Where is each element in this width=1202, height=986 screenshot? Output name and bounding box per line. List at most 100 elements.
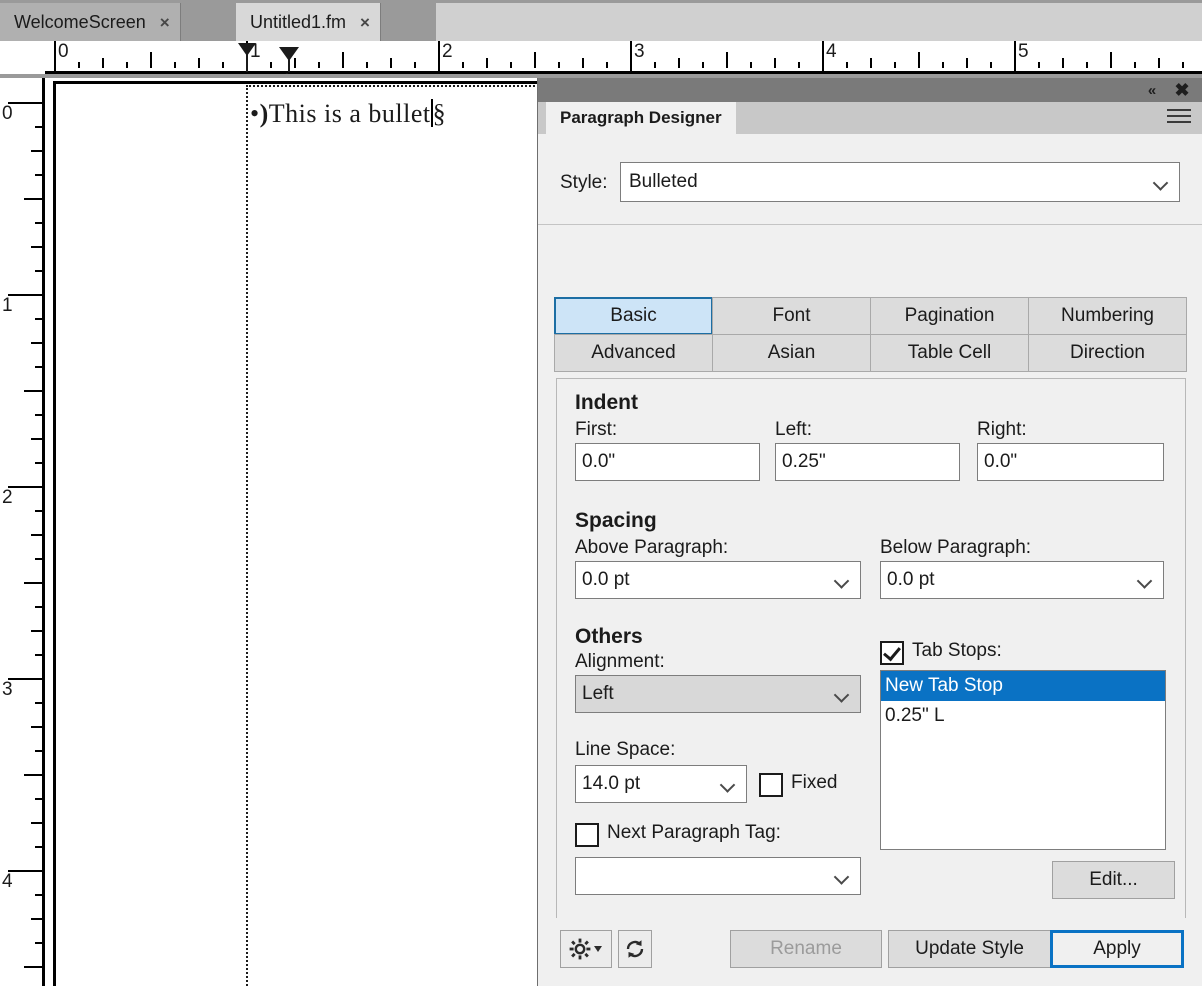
panel-divider	[538, 224, 1202, 225]
spacing-below-value: 0.0 pt	[887, 569, 935, 590]
tab-label: Basic	[610, 305, 657, 326]
tab-direction[interactable]: Direction	[1028, 334, 1187, 372]
indent-right-input[interactable]: 0.0"	[977, 443, 1164, 481]
spacing-below-dropdown[interactable]: 0.0 pt	[880, 561, 1164, 599]
next-paragraph-tag-checkbox[interactable]	[575, 823, 599, 847]
fixed-label: Fixed	[791, 772, 838, 793]
chevron-down-icon	[1139, 576, 1153, 585]
tab-label: Font	[772, 305, 811, 326]
close-icon[interactable]: ×	[160, 14, 170, 31]
horizontal-ruler[interactable]: 0 1 2 3 4 5	[0, 41, 1202, 85]
list-item[interactable]: New Tab Stop	[881, 671, 1165, 701]
list-item-label: New Tab Stop	[885, 675, 1003, 696]
style-row: Style: Bulleted	[538, 162, 1202, 206]
spacing-section-title: Spacing	[575, 509, 657, 532]
spacing-above-dropdown[interactable]: 0.0 pt	[575, 561, 861, 599]
list-item-label: 0.25" L	[885, 705, 945, 726]
paragraph-text: This is a bullet	[268, 99, 431, 128]
tab-table-cell[interactable]: Table Cell	[870, 334, 1029, 372]
rename-button[interactable]: Rename	[730, 930, 882, 968]
edit-button-label: Edit...	[1089, 869, 1138, 890]
list-item[interactable]: 0.25" L	[881, 701, 1165, 731]
line-space-dropdown[interactable]: 14.0 pt	[575, 765, 747, 803]
spacing-above-label: Above Paragraph:	[575, 537, 729, 558]
hruler-number-0: 0	[58, 41, 69, 62]
tab-label: Advanced	[591, 342, 676, 363]
property-tab-row-1: Basic Font Pagination Numbering	[554, 297, 1194, 335]
spacing-below-label: Below Paragraph:	[880, 537, 1032, 558]
vruler-number-2: 2	[2, 487, 13, 508]
next-paragraph-tag-dropdown[interactable]	[575, 857, 861, 895]
tab-numbering[interactable]: Numbering	[1028, 297, 1187, 335]
property-tab-grid: Basic Font Pagination Numbering Advanced…	[554, 297, 1194, 372]
chevron-down-icon	[836, 690, 850, 699]
style-label: Style:	[560, 172, 608, 193]
panel-body: Style: Bulleted Basic Font Pagination Nu…	[538, 134, 1202, 986]
indent-first-input[interactable]: 0.0"	[575, 443, 760, 481]
alignment-dropdown[interactable]: Left	[575, 675, 861, 713]
update-style-button[interactable]: Update Style	[888, 930, 1051, 968]
indent-right-label: Right:	[977, 419, 1027, 440]
panel-tab-label: Paragraph Designer	[560, 108, 722, 127]
panel-title-bar[interactable]: « ✖	[538, 78, 1202, 102]
others-section-title: Others	[575, 625, 643, 648]
framemaker-window: WelcomeScreen × Untitled1.fm × 0 1 2 3 4…	[0, 0, 1202, 986]
hruler-number-5: 5	[1018, 41, 1029, 62]
left-indent-marker-stem	[246, 55, 248, 72]
document-tab-untitled1[interactable]: Untitled1.fm ×	[236, 3, 381, 41]
tab-label: Pagination	[904, 305, 995, 326]
document-tab-bar: WelcomeScreen × Untitled1.fm ×	[0, 0, 1202, 41]
panel-footer: Rename Update Style Apply	[538, 918, 1202, 986]
end-of-paragraph-glyph: §	[432, 99, 447, 128]
property-tab-row-2: Advanced Asian Table Cell Direction	[554, 334, 1194, 372]
panel-tab-row: Paragraph Designer	[538, 102, 1202, 134]
tab-pagination[interactable]: Pagination	[870, 297, 1029, 335]
document-tab-welcomescreen[interactable]: WelcomeScreen ×	[0, 3, 181, 41]
indent-first-label: First:	[575, 419, 618, 440]
hruler-number-4: 4	[826, 41, 837, 62]
line-space-value: 14.0 pt	[582, 773, 641, 794]
indent-left-value: 0.25"	[782, 451, 826, 472]
collapse-icon[interactable]: «	[1141, 80, 1163, 100]
update-style-button-label: Update Style	[915, 938, 1024, 959]
tab-font[interactable]: Font	[712, 297, 871, 335]
apply-button[interactable]: Apply	[1050, 930, 1184, 968]
fixed-checkbox[interactable]	[759, 773, 783, 797]
refresh-icon[interactable]	[618, 930, 652, 968]
tab-glyph: )	[259, 99, 269, 128]
vertical-ruler[interactable]: 0 1 2 3 4	[0, 78, 45, 986]
style-dropdown-value: Bulleted	[629, 171, 698, 192]
apply-button-label: Apply	[1093, 938, 1141, 959]
document-tab-label: WelcomeScreen	[14, 11, 146, 32]
tab-stops-list[interactable]: New Tab Stop 0.25" L	[880, 670, 1166, 850]
tab-basic[interactable]: Basic	[554, 297, 713, 335]
tab-label: Table Cell	[907, 342, 992, 363]
tab-label: Numbering	[1061, 305, 1154, 326]
hamburger-icon[interactable]	[1167, 109, 1191, 127]
vruler-number-3: 3	[2, 679, 13, 700]
tab-asian[interactable]: Asian	[712, 334, 871, 372]
next-paragraph-tag-label: Next Paragraph Tag:	[607, 822, 781, 843]
vruler-number-1: 1	[2, 295, 13, 316]
chevron-down-icon	[836, 576, 850, 585]
alignment-value: Left	[582, 683, 614, 704]
tab-stops-label: Tab Stops:	[912, 640, 1002, 661]
document-paragraph[interactable]: •)This is a bullet§	[250, 99, 446, 129]
chevron-down-icon	[1155, 178, 1169, 187]
indent-left-input[interactable]: 0.25"	[775, 443, 960, 481]
style-dropdown[interactable]: Bulleted	[620, 162, 1180, 202]
tab-bar-empty-area	[436, 3, 1202, 41]
tab-stops-checkbox[interactable]	[880, 641, 904, 665]
horizontal-ruler-strip[interactable]: 0 1 2 3 4 5	[45, 41, 1202, 85]
tab-stops-edit-button[interactable]: Edit...	[1052, 861, 1175, 899]
tab-advanced[interactable]: Advanced	[554, 334, 713, 372]
close-icon[interactable]: ×	[360, 14, 370, 31]
paragraph-designer-panel: « ✖ Paragraph Designer Style: Bulleted B…	[537, 78, 1202, 986]
panel-tab-paragraph-designer[interactable]: Paragraph Designer	[546, 102, 736, 134]
indent-left-label: Left:	[775, 419, 812, 440]
vruler-number-0: 0	[2, 103, 13, 124]
gear-icon[interactable]	[560, 930, 612, 968]
chevron-down-icon	[836, 872, 850, 881]
basic-properties-group: Indent First: 0.0" Left: 0.25" Right: 0.…	[556, 378, 1186, 973]
close-icon[interactable]: ✖	[1171, 80, 1193, 100]
